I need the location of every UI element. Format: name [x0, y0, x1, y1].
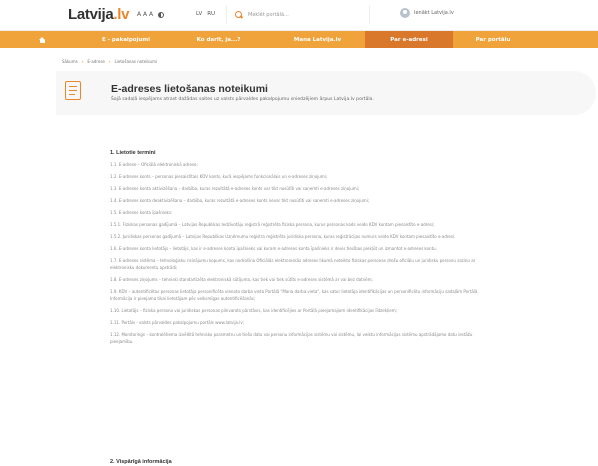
font-size-buttons[interactable]: A A A [137, 11, 153, 18]
term-paragraph: 1.5.2. Juridiskas personas gadījumā – La… [110, 234, 456, 239]
nav-e-services[interactable]: E - pakalpojumi [85, 31, 167, 48]
logo-main: Latvija [68, 6, 114, 23]
document-icon [65, 81, 81, 100]
breadcrumb-home[interactable]: Sākums [62, 59, 78, 64]
page-subtitle: Šajā sadaļā iespējams atrast dažādas sai… [111, 97, 374, 102]
term-paragraph: 1.9. KDV – autentificētas personas lieto… [110, 289, 479, 301]
home-icon [39, 36, 46, 43]
page-title-block: E-adreses lietošanas noteikumi Šajā sada… [56, 71, 596, 115]
nav-home[interactable] [0, 31, 85, 48]
login-button[interactable]: Ienākt Latvija.lv [400, 8, 454, 18]
main-nav: E - pakalpojumi Ko darīt, ja...? Mana La… [0, 31, 598, 48]
term-paragraph: 1.11. Portāls - valsts pārvaldes pakalpo… [110, 320, 245, 325]
search-input[interactable]: Meklēt portālā... [248, 12, 289, 18]
lang-lv[interactable]: LV [196, 11, 202, 17]
nav-about-eaddress[interactable]: Par e-adresi [365, 31, 453, 48]
font-size-controls: A A A [137, 11, 165, 18]
term-paragraph: 1.1. E-adrese – Oficiālā elektroniskā ad… [110, 162, 198, 167]
breadcrumb: Sākums › E-adrese › Lietošanas noteikumi [62, 59, 157, 64]
breadcrumb-eaddress[interactable]: E-adrese [87, 59, 105, 64]
nav-about-portal[interactable]: Par portālu [453, 31, 533, 48]
term-paragraph: 1.2. E-adreses konts – personas piesaist… [110, 174, 328, 179]
term-paragraph: 1.8. E-adreses ziņojums – tehniski stand… [110, 277, 373, 282]
site-header: Latvija.lv A A A LV RU Meklēt portālā...… [0, 0, 598, 31]
breadcrumb-separator: › [108, 59, 111, 64]
nav-what-to-do[interactable]: Ko darīt, ja...? [167, 31, 270, 48]
term-paragraph: 1.7. E-adreses sistēma – tehnoloģisku ri… [110, 258, 476, 270]
term-paragraph: 1.4. E-adreses konta deaktivizēšana – da… [110, 198, 370, 203]
lang-ru[interactable]: RU [207, 11, 215, 17]
language-switcher: LV RU [196, 11, 215, 17]
term-paragraph: 1.12. Monitorings – kontrolētiema izvēlē… [110, 332, 473, 344]
breadcrumb-separator: › [81, 59, 84, 64]
term-paragraph: 1.10. Lietotājs – fiziska persona vai ju… [110, 308, 397, 313]
search-icon[interactable] [235, 10, 243, 19]
term-paragraph: 1.3. E-adreses konta aktivizēšana – darb… [110, 186, 360, 191]
term-paragraph: 1.5.1. Fiziskas personas gadījumā – Latv… [110, 222, 435, 227]
page-title: E-adreses lietošanas noteikumi [111, 83, 268, 95]
terms-content: 1. Lietotie termini 1.1. E-adrese – Ofic… [110, 150, 480, 350]
logo-accent: .lv [113, 6, 130, 23]
site-logo[interactable]: Latvija.lv [68, 6, 129, 23]
user-icon [400, 8, 410, 18]
contrast-icon[interactable] [158, 11, 165, 18]
section-heading: 1. Lietotie termini [110, 150, 156, 156]
term-paragraph: 1.5. E-adreses konta īpašnieks: [110, 210, 173, 215]
section-heading-2: 2. Vispārīgā informācija [110, 459, 172, 465]
term-paragraph: 1.6. E-adreses konta lietotājs – lietotā… [110, 246, 437, 251]
search-bar[interactable]: Meklēt portālā... [226, 5, 370, 24]
breadcrumb-current: Lietošanas noteikumi [114, 59, 158, 64]
nav-my-latvija[interactable]: Mana Latvija.lv [270, 31, 365, 48]
login-label: Ienākt Latvija.lv [414, 10, 454, 16]
